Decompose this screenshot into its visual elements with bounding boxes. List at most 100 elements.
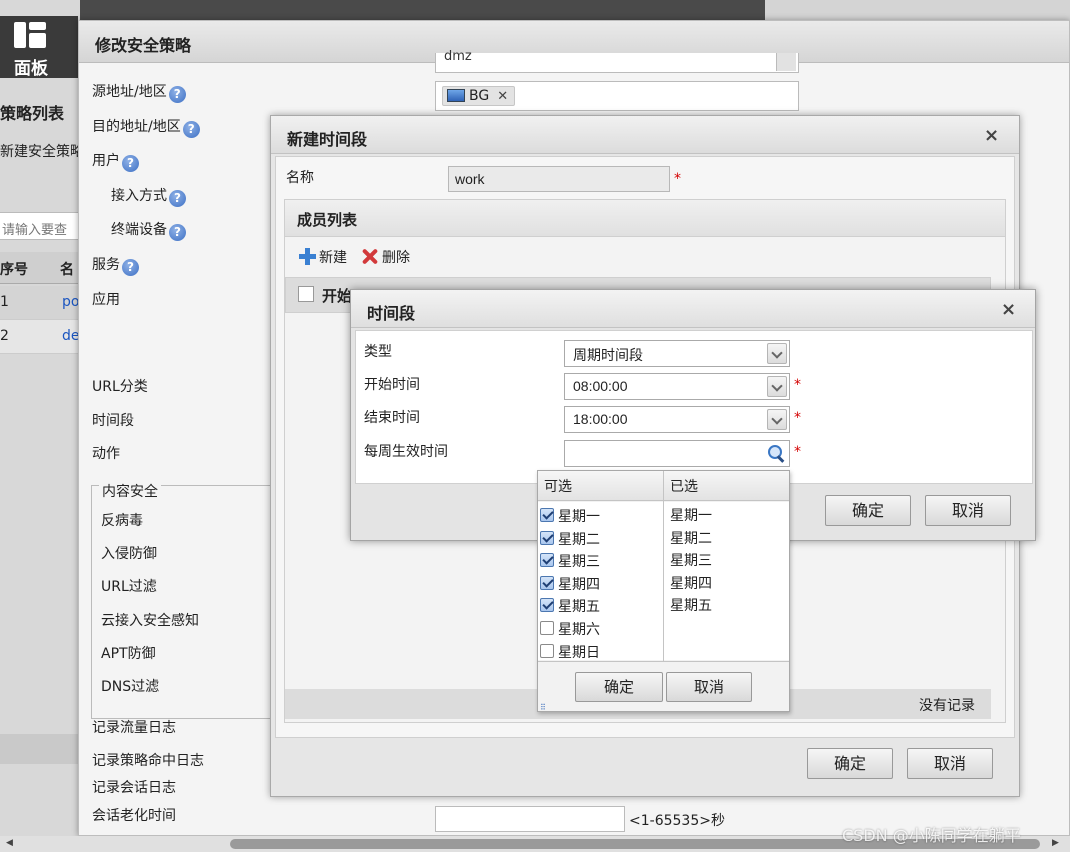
type-value: 周期时间段 bbox=[573, 347, 643, 363]
row-name-link[interactable]: po bbox=[62, 294, 79, 310]
chevron-down-icon[interactable] bbox=[767, 409, 787, 430]
help-icon[interactable]: ? bbox=[182, 121, 200, 138]
bg-bar bbox=[0, 734, 80, 764]
weekday-checkbox[interactable] bbox=[540, 643, 554, 658]
dns-filter-label: DNS过滤 bbox=[101, 679, 160, 695]
time-period-ok-button[interactable]: 确定 bbox=[825, 495, 911, 526]
weekday-checkbox[interactable] bbox=[540, 575, 554, 590]
url-category-label: URL分类 bbox=[92, 379, 148, 395]
start-time-label: 开始时间 bbox=[364, 377, 420, 393]
user-label: 用户? bbox=[92, 150, 139, 172]
required-mark: * bbox=[794, 444, 801, 460]
weekly-effective-picker[interactable] bbox=[564, 440, 790, 467]
chevron-down-icon[interactable] bbox=[776, 53, 796, 71]
weekday-checkbox[interactable] bbox=[540, 553, 554, 568]
top-bar-right bbox=[765, 0, 1070, 20]
start-time-value: 08:00:00 bbox=[573, 378, 628, 394]
watermark: CSDN @小陈同学在躺平 bbox=[842, 826, 1021, 845]
select-all-checkbox[interactable] bbox=[298, 286, 314, 302]
new-time-range-ok-button[interactable]: 确定 bbox=[807, 748, 893, 779]
end-time-select[interactable]: 18:00:00 bbox=[564, 406, 790, 433]
delete-icon bbox=[361, 248, 378, 265]
column-divider bbox=[663, 471, 664, 661]
delete-member-button[interactable]: 删除 bbox=[361, 247, 410, 267]
end-time-value: 18:00:00 bbox=[573, 411, 628, 427]
weekday-dropdown: 可选 已选 星期一 星期二 星期三 星期四 星期五 星期六 星期日 星期一 星期二 星期三 星期四… bbox=[537, 470, 790, 712]
weekday-ok-button[interactable]: 确定 bbox=[575, 672, 663, 702]
chevron-down-icon[interactable] bbox=[767, 343, 787, 364]
close-icon[interactable]: × bbox=[984, 125, 999, 146]
scroll-left-icon[interactable]: ◀ bbox=[6, 838, 13, 848]
help-icon[interactable]: ? bbox=[169, 224, 186, 241]
dialog-title: 修改安全策略 bbox=[95, 36, 192, 55]
help-icon[interactable]: ? bbox=[122, 259, 139, 276]
dashboard-label: 面板 bbox=[14, 59, 48, 79]
application-label: 应用 bbox=[92, 292, 120, 308]
dashboard-tile[interactable]: 面板 bbox=[0, 16, 78, 79]
weekday-option-label: 星期二 bbox=[558, 531, 600, 548]
selected-weekday-item[interactable]: 星期二 bbox=[670, 528, 712, 548]
new-policy-link[interactable]: 新建安全策略 bbox=[0, 141, 84, 161]
action-label: 动作 bbox=[92, 446, 120, 462]
remove-tag-icon[interactable]: ✕ bbox=[497, 89, 508, 104]
help-icon[interactable]: ? bbox=[168, 86, 186, 103]
weekday-checkbox[interactable] bbox=[540, 508, 554, 522]
session-timeout-label: 会话老化时间 bbox=[92, 808, 176, 824]
ips-label: 入侵防御 bbox=[101, 546, 157, 562]
antivirus-label: 反病毒 bbox=[101, 513, 143, 529]
close-icon[interactable]: × bbox=[1001, 299, 1016, 320]
dialog-title: 时间段 bbox=[367, 304, 416, 323]
destination-tag: BG ✕ bbox=[442, 86, 516, 106]
members-header: 成员列表 bbox=[284, 199, 1006, 237]
search-icon[interactable] bbox=[768, 445, 785, 462]
help-icon[interactable]: ? bbox=[122, 155, 139, 172]
table-row[interactable]: 1 po bbox=[0, 286, 80, 320]
cloud-access-label: 云接入安全感知 bbox=[101, 613, 199, 629]
name-input[interactable]: work bbox=[448, 166, 670, 192]
time-period-cancel-button[interactable]: 取消 bbox=[925, 495, 1011, 526]
grid-column-start[interactable]: 开始 bbox=[322, 285, 352, 306]
selected-weekday-item[interactable]: 星期四 bbox=[670, 573, 712, 593]
weekday-checkbox[interactable] bbox=[540, 621, 554, 635]
new-member-button[interactable]: 新建 bbox=[299, 247, 347, 267]
start-time-select[interactable]: 08:00:00 bbox=[564, 373, 790, 400]
scroll-right-icon[interactable]: ▶ bbox=[1052, 838, 1059, 848]
weekday-option-label: 星期一 bbox=[558, 509, 600, 525]
new-time-range-cancel-button[interactable]: 取消 bbox=[907, 748, 993, 779]
session-timeout-input[interactable] bbox=[435, 806, 625, 832]
selected-weekday-item[interactable]: 星期一 bbox=[670, 505, 712, 525]
dialog-header[interactable]: 时间段 × bbox=[351, 290, 1035, 328]
required-mark: * bbox=[674, 171, 681, 187]
weekday-option-label: 星期四 bbox=[558, 576, 600, 593]
session-log-label: 记录会话日志 bbox=[92, 780, 176, 796]
type-select[interactable]: 周期时间段 bbox=[564, 340, 790, 367]
weekday-checkbox[interactable] bbox=[540, 598, 554, 613]
policy-search-input[interactable]: 请输入要查 bbox=[0, 212, 80, 240]
table-row[interactable]: 2 de bbox=[0, 320, 80, 354]
apt-defense-label: APT防御 bbox=[101, 646, 156, 662]
dialog-header[interactable]: 新建时间段 × bbox=[271, 116, 1019, 154]
destination-address-label: 目的地址/地区? bbox=[92, 116, 200, 138]
resize-grip-icon[interactable]: ⠿ bbox=[540, 703, 546, 712]
help-icon[interactable]: ? bbox=[169, 190, 186, 207]
selected-weekday-item[interactable]: 星期三 bbox=[670, 550, 712, 570]
left-panel bbox=[0, 0, 80, 852]
row-name-link[interactable]: de bbox=[62, 328, 80, 344]
computer-icon bbox=[447, 89, 465, 102]
type-label: 类型 bbox=[364, 344, 392, 360]
destination-address-box[interactable]: BG ✕ bbox=[435, 81, 799, 111]
selected-weekday-item[interactable]: 星期五 bbox=[670, 595, 712, 615]
source-address-select[interactable]: dmz bbox=[435, 49, 799, 73]
policy-list-title: 策略列表 bbox=[0, 104, 65, 123]
weekday-cancel-button[interactable]: 取消 bbox=[666, 672, 752, 702]
required-mark: * bbox=[794, 410, 801, 426]
source-address-label: 源地址/地区? bbox=[92, 81, 186, 103]
terminal-device-label: 终端设备? bbox=[111, 219, 186, 241]
weekly-effective-label: 每周生效时间 bbox=[364, 444, 448, 460]
weekday-checkbox[interactable] bbox=[540, 530, 554, 545]
chevron-down-icon[interactable] bbox=[767, 376, 787, 397]
session-timeout-range: <1-65535>秒 bbox=[629, 813, 725, 829]
content-security-legend: 内容安全 bbox=[99, 481, 161, 501]
weekday-option-label: 星期六 bbox=[558, 622, 600, 638]
dialog-title: 新建时间段 bbox=[287, 130, 368, 149]
